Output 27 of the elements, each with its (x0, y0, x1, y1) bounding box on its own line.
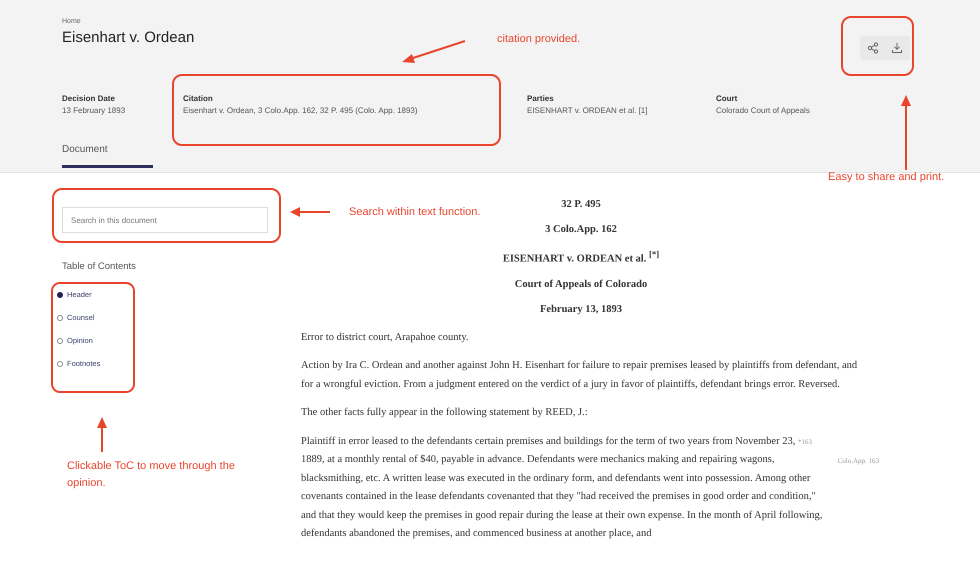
arrow (290, 207, 330, 217)
toc-heading: Table of Contents (62, 261, 137, 272)
search-field[interactable]: Search in this document (62, 207, 268, 233)
document-heading: Court of Appeals of Colorado (514, 278, 648, 290)
meta-value: Colorado Court of Appeals (716, 106, 810, 115)
meta-label: Decision Date (62, 94, 116, 103)
meta-label: Court (716, 94, 738, 103)
document-tab[interactable]: Document (62, 144, 153, 168)
document-heading: 3 Colo.App. 162 (544, 224, 618, 235)
arrow (97, 417, 107, 452)
page-title: Eisenhart v. Ordean (62, 29, 194, 46)
document-paragraph: Action by Ira C. Ordean and another against John H. Eisenhart for failure to repair premises leased by plaintiffs from defendant, and for a wrongful eviction. From a judgment entered on the verdict of a jury in favor of plaintiffs, defendant brings error. Reversed. (301, 359, 858, 392)
meta-value: Eisenhart v. Ordean, 3 Colo.App. 162, 32 P. 495 (Colo. App. 1893) (183, 106, 419, 115)
document-heading: EISENHART v. ORDEAN et al. $^{[*]}$ (502, 249, 660, 264)
document-heading: 32 P. 495 (560, 199, 602, 210)
meta-value: 13 February 1893 (62, 106, 126, 115)
document-paragraph: The other facts fully appear in the following statement by REED, J.: (301, 406, 589, 420)
arrow (402, 40, 466, 63)
meta-value: EISENHART v. ORDEAN et al. [1] (527, 106, 648, 115)
meta-label: Citation (183, 94, 214, 103)
annotation-text: Search within text function. (349, 206, 480, 218)
annotation-text: Clickable ToC to move through the opinion. (67, 459, 236, 491)
annotation-text: citation provided. (497, 33, 580, 45)
annotation-text: Easy to share and print. (828, 170, 946, 185)
document-paragraph: Error to district court, Arapahoe county. (301, 330, 470, 344)
meta-label: Parties (527, 94, 555, 103)
document-heading: February 13, 1893 (539, 304, 623, 314)
